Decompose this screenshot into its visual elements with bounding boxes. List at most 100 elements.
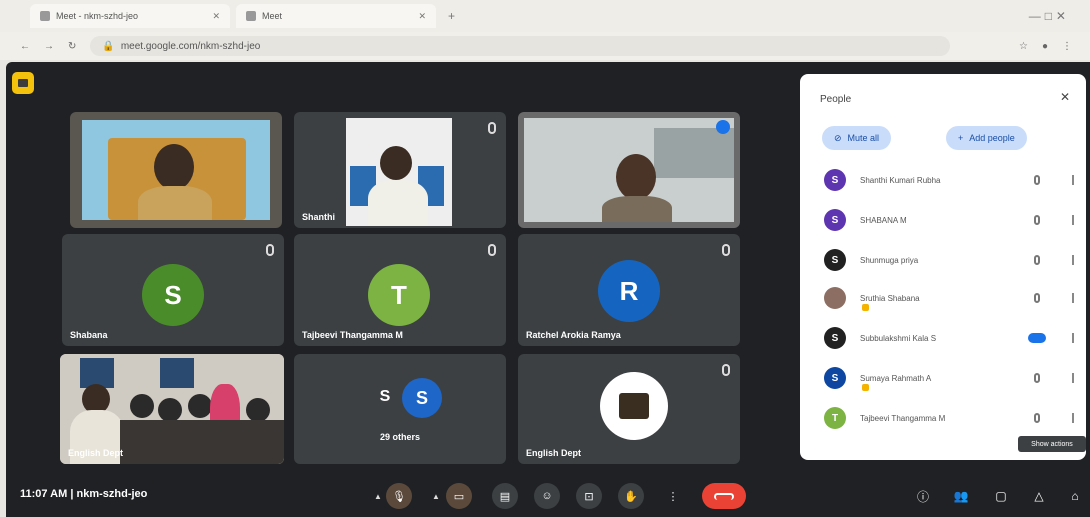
bookmark-icon[interactable]: ☆ <box>1019 41 1028 52</box>
participant-tile[interactable]: English Dept <box>60 354 284 464</box>
new-tab-icon[interactable]: + <box>448 9 455 23</box>
participant-row[interactable]: S SHABANA M <box>824 208 1074 232</box>
participant-avatar: T <box>368 264 430 326</box>
more-options-icon[interactable] <box>1072 413 1074 423</box>
participant-tile-group[interactable]: S S 29 others <box>294 354 506 464</box>
meet-favicon-icon <box>40 11 50 21</box>
muted-mic-icon <box>1034 215 1040 225</box>
reload-icon[interactable]: ↻ <box>68 41 76 52</box>
camera-icon: ▭ <box>453 490 465 503</box>
participant-name: Tajbeevi Thangamma M <box>302 330 403 340</box>
participant-avatar: S <box>402 378 442 418</box>
muted-mic-icon <box>722 364 730 376</box>
window-controls[interactable]: —□✕ <box>1029 9 1070 23</box>
more-options-icon[interactable] <box>1072 215 1074 225</box>
video-options-caret-icon[interactable]: ▲ <box>432 492 440 501</box>
others-count: 29 others <box>380 432 421 442</box>
browser-menu-icon[interactable]: ⋮ <box>1062 41 1072 52</box>
mic-button[interactable]: 🎙 <box>386 483 412 509</box>
participant-avatar: R <box>598 260 660 322</box>
present-button[interactable]: ⊡ <box>576 483 602 509</box>
browser-tab-meet[interactable]: Meet - nkm-szhd-jeo ✕ <box>30 4 230 28</box>
emoji-icon: ☺ <box>541 490 553 502</box>
tab-title: Meet - nkm-szhd-jeo <box>56 11 139 21</box>
hand-icon: ✋ <box>624 490 638 503</box>
participant-name: Tajbeevi Thangamma M <box>860 413 946 423</box>
raised-hand-icon <box>862 384 869 391</box>
raise-hand-button[interactable]: ✋ <box>618 483 644 509</box>
participant-avatar: S <box>824 249 846 271</box>
participant-row[interactable]: S Shanthi Kumari Rubha <box>824 168 1074 192</box>
close-tab-icon[interactable]: ✕ <box>212 11 220 22</box>
mute-all-button[interactable]: ⊘ Mute all <box>822 126 892 150</box>
add-person-icon: + <box>958 133 964 143</box>
tab-title: Meet <box>262 11 283 21</box>
close-tab-icon[interactable]: ✕ <box>418 11 426 22</box>
info-icon[interactable]: ⓘ <box>912 485 934 507</box>
department-logo-avatar <box>600 372 668 440</box>
more-options-button[interactable]: ⋮ <box>660 483 686 509</box>
participant-tile[interactable]: Shanthi <box>294 112 506 228</box>
participant-avatar: S <box>368 380 402 414</box>
muted-mic-icon <box>1034 175 1040 185</box>
participant-name: SHABANA M <box>860 215 907 225</box>
participant-row[interactable]: T Tajbeevi Thangamma M <box>824 406 1074 430</box>
participant-avatar: T <box>824 407 846 429</box>
library-logo-icon <box>619 393 649 419</box>
muted-mic-icon <box>1034 293 1040 303</box>
more-options-icon[interactable] <box>1072 293 1074 303</box>
participant-row[interactable]: S Subbulakshmi Kala S <box>824 326 1074 350</box>
speaking-mic-icon <box>1028 333 1046 343</box>
browser-tab-bar: Meet - nkm-szhd-jeo ✕ Meet ✕ + —□✕ <box>0 0 1090 32</box>
captions-icon: ▤ <box>499 490 511 503</box>
participant-tile[interactable] <box>518 112 740 228</box>
participant-video <box>82 120 270 220</box>
participant-avatar-photo <box>824 287 846 309</box>
emoji-button[interactable]: ☺ <box>534 483 560 509</box>
participant-tile[interactable]: T Tajbeevi Thangamma M <box>294 234 506 346</box>
camera-button[interactable]: ▭ <box>446 483 472 509</box>
more-options-icon[interactable] <box>1072 255 1074 265</box>
add-people-button[interactable]: + Add people <box>946 126 1027 150</box>
participant-avatar: S <box>824 327 846 349</box>
address-bar[interactable]: 🔒 meet.google.com/nkm-szhd-jeo <box>90 36 951 56</box>
muted-mic-icon <box>1034 413 1040 423</box>
participant-video <box>524 118 734 222</box>
captions-button[interactable]: ▤ <box>492 483 518 509</box>
participant-tile[interactable]: English Dept <box>518 354 740 464</box>
raised-hand-icon <box>862 304 869 311</box>
muted-mic-icon <box>266 244 274 256</box>
activities-icon[interactable]: △ <box>1028 485 1050 507</box>
participant-tile[interactable]: R Ratchel Arokia Ramya <box>518 234 740 346</box>
muted-mic-icon <box>722 244 730 256</box>
participant-name: Shabana <box>70 330 108 340</box>
host-controls-icon[interactable]: ⌂ <box>1064 485 1086 507</box>
audio-options-caret-icon[interactable]: ▲ <box>374 492 382 501</box>
meeting-time-and-code: 11:07 AM | nkm-szhd-jeo <box>20 488 148 500</box>
muted-mic-icon <box>1034 255 1040 265</box>
participant-name: English Dept <box>526 448 582 458</box>
lock-icon: 🔒 <box>102 40 115 52</box>
more-options-icon[interactable] <box>1072 333 1074 343</box>
people-icon[interactable]: 👥 <box>950 485 972 507</box>
muted-mic-icon <box>488 244 496 256</box>
participant-name: Ratchel Arokia Ramya <box>526 330 621 340</box>
address-bar-row: ← → ↻ 🔒 meet.google.com/nkm-szhd-jeo ☆ ●… <box>0 32 1090 60</box>
leave-call-button[interactable] <box>702 483 746 509</box>
people-panel: People ✕ ⊘ Mute all + Add people S Shant… <box>800 74 1086 460</box>
close-icon[interactable]: ✕ <box>1060 90 1070 104</box>
participant-row[interactable]: S Shunmuga priya <box>824 248 1074 272</box>
more-options-icon[interactable] <box>1072 373 1074 383</box>
browser-tab-second[interactable]: Meet ✕ <box>236 4 436 28</box>
profile-icon[interactable]: ● <box>1042 41 1048 52</box>
muted-mic-icon <box>1034 373 1040 383</box>
more-vertical-icon: ⋮ <box>667 490 679 503</box>
back-icon[interactable]: ← <box>20 41 30 52</box>
participant-name: Sumaya Rahmath A <box>860 373 932 383</box>
show-actions-tooltip: Show actions <box>1018 436 1086 452</box>
forward-icon[interactable]: → <box>44 41 54 52</box>
participant-tile[interactable] <box>70 112 282 228</box>
chat-icon[interactable]: ▢ <box>990 485 1012 507</box>
more-options-icon[interactable] <box>1072 175 1074 185</box>
participant-tile[interactable]: S Shabana <box>62 234 284 346</box>
